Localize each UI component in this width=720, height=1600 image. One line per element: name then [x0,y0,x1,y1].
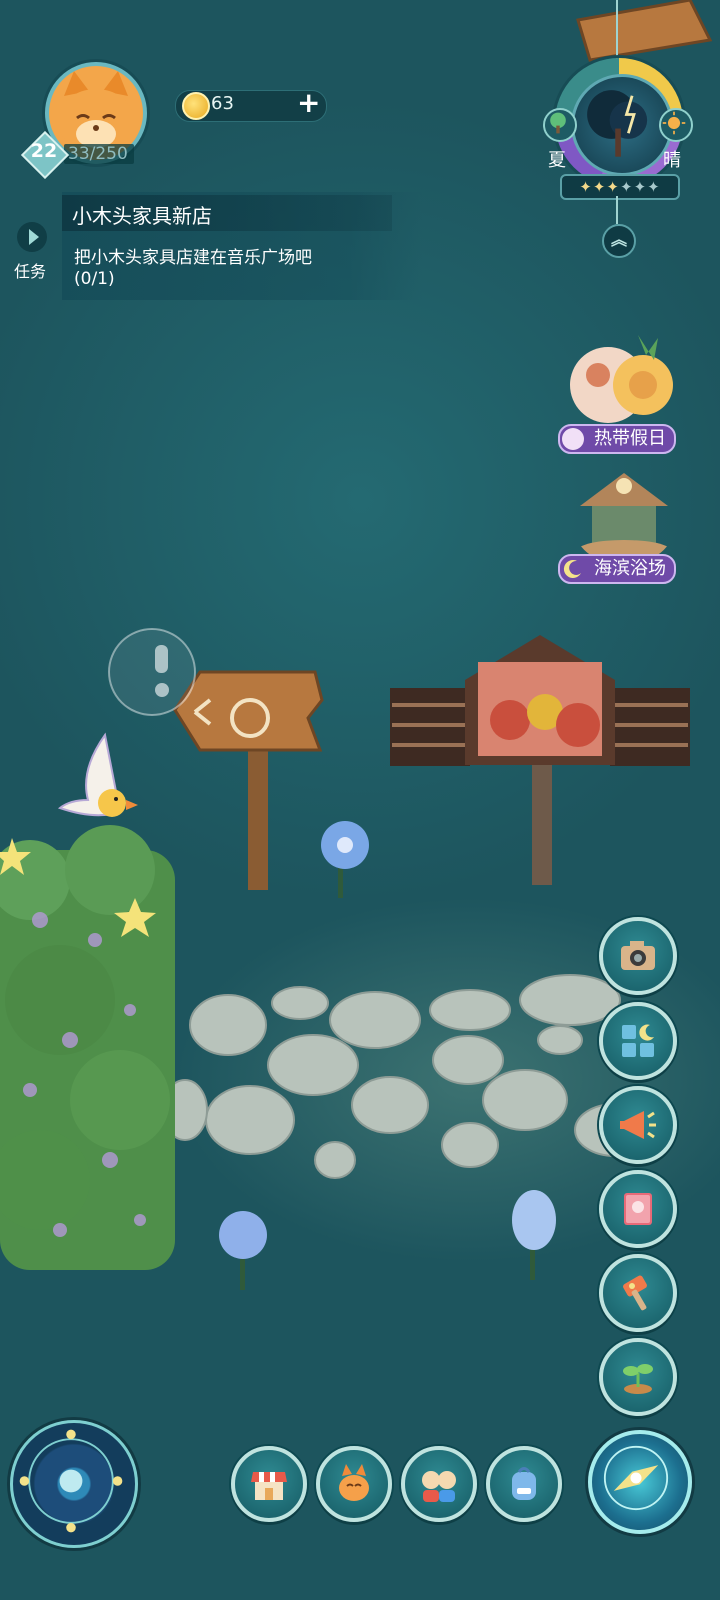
friends-button[interactable] [401,1446,477,1522]
quest-progress: (0/1) [74,269,115,289]
compass-icon [603,1445,669,1511]
quest-tab[interactable]: 任务 [12,220,52,281]
build-menu-button[interactable] [599,1002,677,1080]
connector-line [616,196,618,224]
money-bag-icon [562,428,584,450]
hedge [0,825,175,1270]
star-icon: ✦✦✦ [579,178,620,196]
stone-path [162,974,656,1179]
megaphone-icon [620,1111,656,1139]
flower-book-icon [624,1193,652,1225]
star-empty-icon: ✦✦✦ [620,178,661,196]
coin-icon [182,92,210,120]
catalog-button[interactable] [599,1170,677,1248]
fox-icon [339,1464,369,1501]
notice-bubble [108,628,196,716]
quest-description: 把小木头家具店建在音乐广场吧 [74,248,312,268]
xp-text: 33/250 [64,144,134,164]
shop-icon [251,1472,287,1500]
hammer-button[interactable] [599,1254,677,1332]
hanging-string [616,0,618,60]
hammer-icon [623,1275,647,1311]
compass-button[interactable] [588,1430,692,1534]
shop-button[interactable] [231,1446,307,1522]
backpack-icon [512,1467,536,1500]
quest-title: 小木头家具新店 [72,204,212,228]
friends-icon [422,1471,456,1502]
add-coins-button[interactable]: + [297,86,320,119]
character-button[interactable] [316,1446,392,1522]
tree-icon [543,108,577,142]
weather-stars: ✦✦✦✦✦✦ [560,174,680,200]
bulletin-board [390,635,690,885]
weather-scene-icon [571,74,673,176]
bird [57,732,138,817]
quest-tab-label: 任务 [14,262,47,281]
moon-icon [562,558,584,580]
sprout-icon [623,1364,653,1394]
level-number: 22 [30,140,58,162]
announcement-button[interactable] [599,1086,677,1164]
magic-circle-button[interactable] [10,1420,138,1548]
chevron-up-icon[interactable]: ︽ [602,224,636,258]
season-label: 夏 [548,150,566,171]
coin-value: 63 [211,93,234,114]
camera-button[interactable] [599,917,677,995]
tropical-holiday-art [570,335,673,423]
beach-bath-art [578,473,670,560]
plant-button[interactable] [599,1338,677,1416]
sun-icon [659,108,693,142]
grid-moon-icon [622,1024,654,1057]
sun-moon-circle-icon [19,1429,123,1533]
expand-arrow-icon [17,222,47,252]
wooden-sign [173,670,324,890]
backpack-button[interactable] [486,1446,562,1522]
camera-icon [621,941,655,970]
weather-label: 晴 [663,150,681,171]
